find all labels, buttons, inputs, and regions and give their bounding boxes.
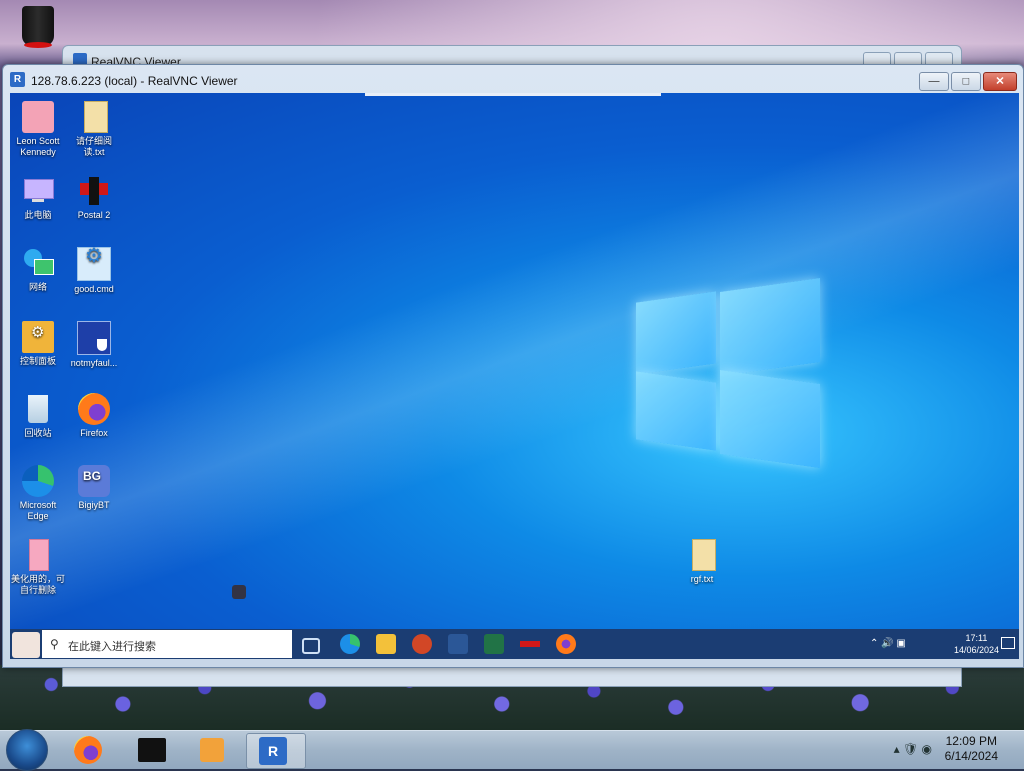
taskbar-firefox-icon[interactable] bbox=[556, 634, 576, 654]
remote-start-avatar-icon[interactable] bbox=[12, 632, 40, 658]
network-icon bbox=[22, 247, 54, 279]
desktop-icon-this-pc[interactable]: 此电脑 bbox=[10, 175, 66, 221]
desktop-icon-network[interactable]: 网络 bbox=[10, 247, 66, 293]
icon-label: 美化用的，可自行删除 bbox=[10, 574, 65, 595]
black-box-icon bbox=[138, 738, 166, 762]
icon-label: 网络 bbox=[28, 282, 47, 292]
pink-folder-icon bbox=[22, 539, 54, 571]
host-clock-time: 12:09 PM bbox=[945, 734, 997, 748]
remote-desktop[interactable]: Leon Scott Kennedy 此电脑 网络 ⚙ 控制面板 回收站 Mic… bbox=[10, 93, 1019, 659]
desktop-icon-control-panel[interactable]: ⚙ 控制面板 bbox=[10, 321, 66, 367]
host-taskbar-app[interactable] bbox=[124, 733, 182, 767]
icon-label: 此电脑 bbox=[24, 210, 52, 220]
search-placeholder: 在此键入进行搜索 bbox=[68, 641, 156, 653]
desktop-icon-beautify[interactable]: 美化用的，可自行删除 bbox=[10, 539, 66, 596]
icon-label: BigiyBT bbox=[78, 500, 110, 510]
host-tray-icons[interactable]: ▴ 🛡 ◉ bbox=[894, 742, 932, 756]
mouse-cursor bbox=[232, 585, 246, 599]
desktop-icon-notmyfault[interactable]: notmyfaul... bbox=[66, 321, 122, 369]
icon-label: 回收站 bbox=[24, 428, 52, 438]
host-taskbar-realvnc[interactable]: R bbox=[246, 733, 306, 769]
recycle-bin-icon bbox=[22, 393, 54, 425]
remote-clock[interactable]: 17:11 14/06/2024 bbox=[954, 632, 999, 656]
windows-logo-wallpaper bbox=[636, 277, 821, 469]
icon-label: Postal 2 bbox=[77, 210, 111, 220]
host-taskbar: R ▴ 🛡 ◉ 12:09 PM 6/14/2024 bbox=[0, 729, 1024, 771]
desktop-icon-bigiybt[interactable]: BG BigiyBT bbox=[66, 465, 122, 511]
remote-top-strip bbox=[365, 93, 661, 96]
media-player-icon bbox=[200, 738, 224, 762]
icon-label: rgf.txt bbox=[690, 574, 714, 584]
vnc-titlebar[interactable]: R 128.78.6.223 (local) - RealVNC Viewer … bbox=[3, 65, 1023, 93]
icon-label: Firefox bbox=[80, 428, 108, 438]
taskbar-powerpoint-icon[interactable] bbox=[412, 634, 432, 654]
user-folder-icon bbox=[22, 101, 54, 133]
icon-label: good.cmd bbox=[74, 284, 114, 294]
desktop-icon-leon[interactable]: Leon Scott Kennedy bbox=[10, 101, 66, 158]
postal2-icon bbox=[78, 175, 110, 207]
desktop-icon-firefox[interactable]: Firefox bbox=[66, 393, 122, 439]
bigiybt-icon: BG bbox=[78, 465, 110, 497]
maximize-button[interactable]: □ bbox=[951, 72, 981, 91]
host-clock[interactable]: 12:09 PM 6/14/2024 bbox=[945, 734, 998, 764]
edge-icon bbox=[22, 465, 54, 497]
host-recycle-bin-icon[interactable] bbox=[18, 4, 58, 50]
remote-taskbar: ⚲ 在此键入进行搜索 ⌃ 🔊 ▣ 17:11 14/06/2024 bbox=[10, 629, 1019, 659]
icon-label: notmyfaul... bbox=[70, 358, 118, 368]
firefox-icon bbox=[78, 393, 110, 425]
desktop-icon-postal2[interactable]: Postal 2 bbox=[66, 175, 122, 221]
cmd-gear-icon: ⚙ bbox=[77, 246, 111, 281]
vnc-app-icon[interactable]: R bbox=[10, 72, 25, 87]
text-file-icon bbox=[686, 539, 718, 571]
search-icon: ⚲ bbox=[50, 637, 59, 651]
taskbar-excel-icon[interactable] bbox=[484, 634, 504, 654]
computer-icon bbox=[22, 175, 54, 207]
host-start-button[interactable] bbox=[6, 729, 48, 771]
text-file-icon bbox=[78, 101, 110, 133]
host-clock-date: 6/14/2024 bbox=[944, 749, 998, 763]
icon-label: 请仔细阅读.txt bbox=[75, 136, 112, 157]
host-taskbar-media-player[interactable] bbox=[186, 733, 244, 767]
icon-label: Microsoft Edge bbox=[19, 500, 57, 521]
taskbar-edge-icon[interactable] bbox=[340, 634, 360, 654]
taskbar-word-icon[interactable] bbox=[448, 634, 468, 654]
minimize-button[interactable]: — bbox=[919, 72, 949, 91]
desktop-icon-recycle-bin[interactable]: 回收站 bbox=[10, 393, 66, 439]
minimize-icon: — bbox=[928, 75, 940, 87]
close-icon: ✕ bbox=[995, 75, 1005, 87]
notmyfault-icon bbox=[77, 321, 111, 355]
taskbar-file-explorer-icon[interactable] bbox=[376, 634, 396, 654]
host-taskbar-firefox[interactable] bbox=[60, 733, 118, 767]
notification-icon[interactable] bbox=[1001, 637, 1015, 649]
maximize-icon: □ bbox=[962, 75, 970, 87]
vnc-viewer-window[interactable]: R 128.78.6.223 (local) - RealVNC Viewer … bbox=[2, 64, 1024, 668]
desktop-icon-edge[interactable]: Microsoft Edge bbox=[10, 465, 66, 522]
firefox-icon bbox=[74, 736, 102, 764]
icon-label: Leon Scott Kennedy bbox=[16, 136, 60, 157]
taskbar-postal2-icon[interactable] bbox=[520, 634, 540, 654]
task-view-icon[interactable] bbox=[302, 638, 320, 654]
icon-label: 控制面板 bbox=[19, 356, 56, 366]
realvnc-icon: R bbox=[259, 737, 287, 765]
remote-clock-date: 14/06/2024 bbox=[953, 645, 999, 655]
remote-clock-time: 17:11 bbox=[965, 633, 988, 643]
close-button[interactable]: ✕ bbox=[983, 72, 1017, 91]
remote-tray-icons[interactable]: ⌃ 🔊 ▣ bbox=[870, 638, 906, 649]
control-panel-icon: ⚙ bbox=[22, 321, 54, 353]
desktop-icon-rgf-txt[interactable]: rgf.txt bbox=[674, 539, 730, 585]
remote-search-box[interactable]: ⚲ 在此键入进行搜索 bbox=[42, 630, 292, 658]
desktop-icon-good-cmd[interactable]: ⚙ good.cmd bbox=[66, 246, 122, 295]
desktop-icon-readme-txt[interactable]: 请仔细阅读.txt bbox=[66, 101, 122, 158]
vnc-window-title: 128.78.6.223 (local) - RealVNC Viewer bbox=[31, 74, 238, 88]
